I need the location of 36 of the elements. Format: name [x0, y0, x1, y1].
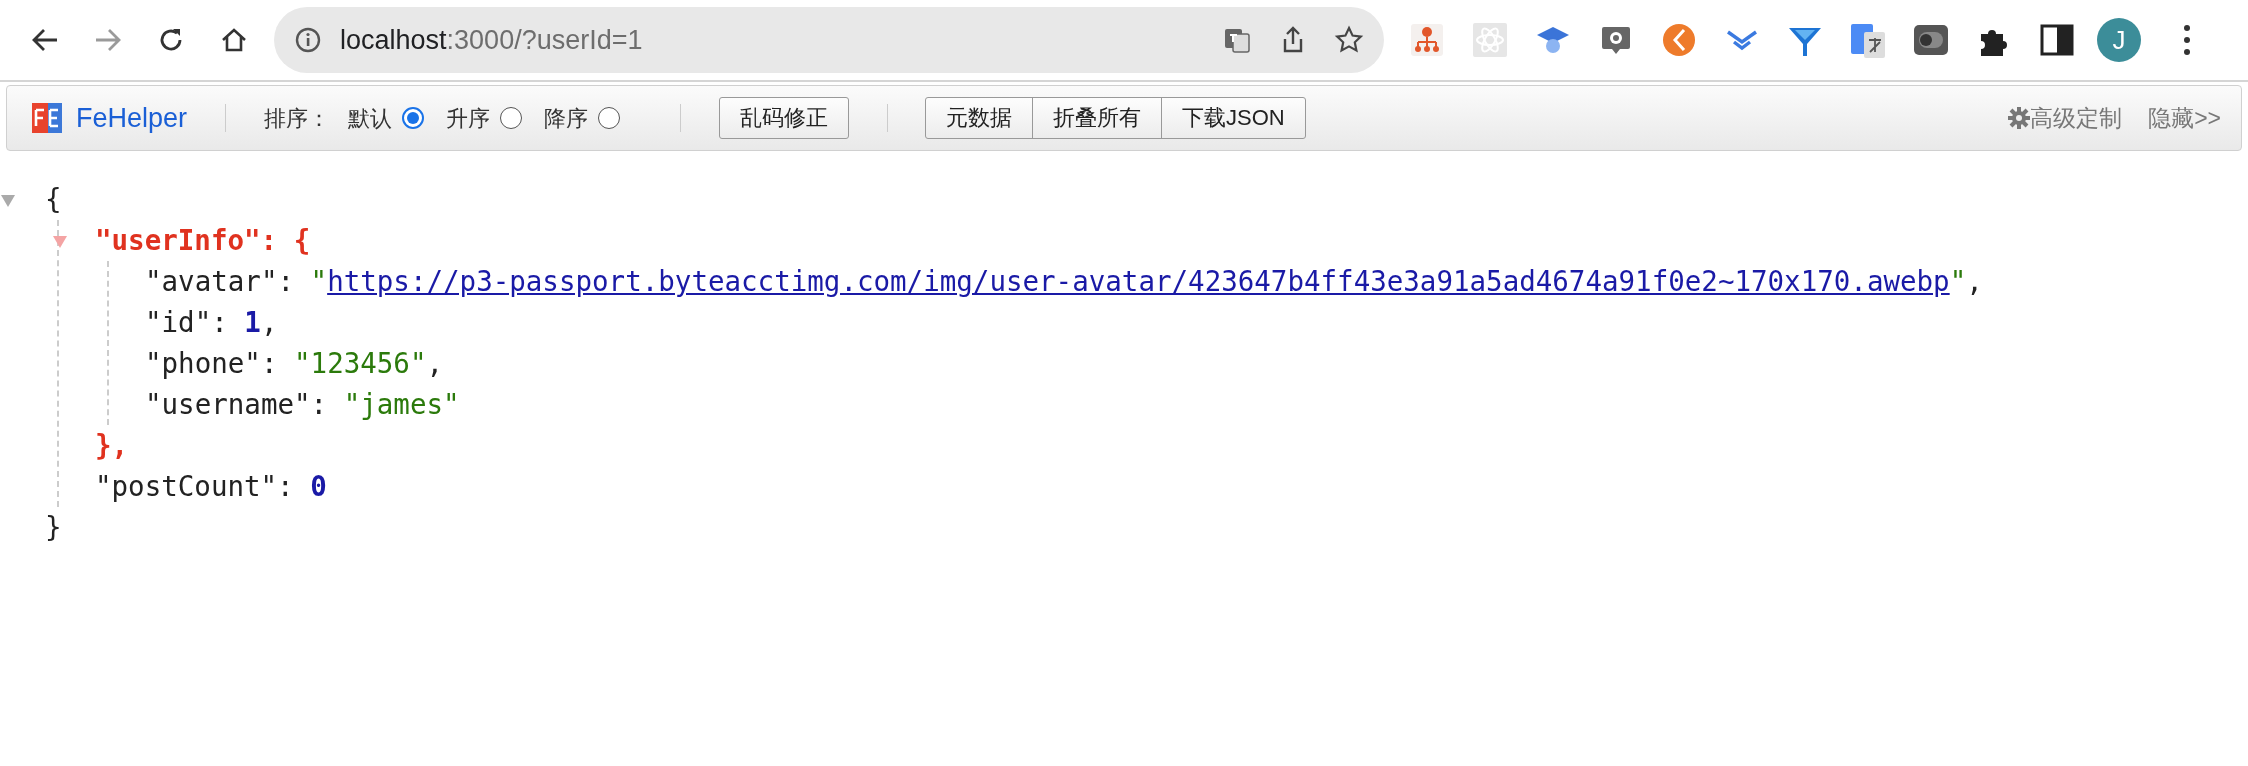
url-link[interactable]: https://p3-passport.byteacctimg.com/img/user-avatar/423647b4ff43e3a91a5ad4674a91f0e2~170x170.awebp	[327, 265, 1950, 297]
hide-link[interactable]: 隐藏>>	[2148, 100, 2221, 136]
logo-icon	[32, 103, 62, 133]
sitemap-icon[interactable]	[1409, 22, 1445, 58]
json-line: "phone": "123456",	[145, 346, 445, 381]
address-bar[interactable]: localhost:3000/?userId=1	[274, 7, 1384, 73]
settings-icon[interactable]	[2008, 107, 2031, 129]
json-line: }	[45, 510, 63, 545]
profile-avatar[interactable]: J	[2097, 18, 2141, 62]
toolbar-button[interactable]: 折叠所有	[1032, 97, 1163, 139]
address-text: localhost:3000/?userId=1	[340, 23, 643, 57]
radio-button[interactable]	[500, 107, 523, 129]
radio-label[interactable]: 降序	[544, 101, 589, 135]
json-line: "username": "james"	[145, 387, 461, 422]
json-line: },	[95, 428, 130, 463]
radio-button[interactable]	[598, 107, 621, 129]
json-line: "postCount": 0	[95, 469, 328, 504]
settings-link[interactable]: 高级定制	[2030, 100, 2123, 136]
sidebar-icon[interactable]	[2039, 22, 2075, 58]
brand-name: FeHelper	[76, 101, 188, 135]
json-line: "avatar": "https://p3-passport.byteacctimg.com/img/user-avatar/423647b4ff43e3a91a5ad4674a91f0e2~170x170.awebp",	[145, 264, 1984, 299]
fix-encoding-button[interactable]: 乱码修正	[719, 97, 850, 139]
sort-label: 排序：	[264, 104, 331, 133]
toolbar-button[interactable]: 元数据	[925, 97, 1034, 139]
json-line: "userInfo": {	[95, 223, 312, 258]
menu-icon[interactable]	[2181, 23, 2193, 57]
toolbar-button[interactable]: 下载JSON	[1161, 97, 1306, 139]
radio-label[interactable]: 升序	[446, 101, 491, 135]
radio-button[interactable]	[402, 107, 425, 129]
json-line: "id": 1,	[145, 305, 279, 340]
json-line: {	[45, 182, 63, 217]
chevron-circle-icon[interactable]	[1661, 22, 1697, 58]
info-icon	[294, 26, 322, 54]
star-icon[interactable]	[1334, 25, 1364, 55]
radio-label[interactable]: 默认	[348, 101, 393, 135]
toggle-icon[interactable]	[1913, 22, 1949, 58]
